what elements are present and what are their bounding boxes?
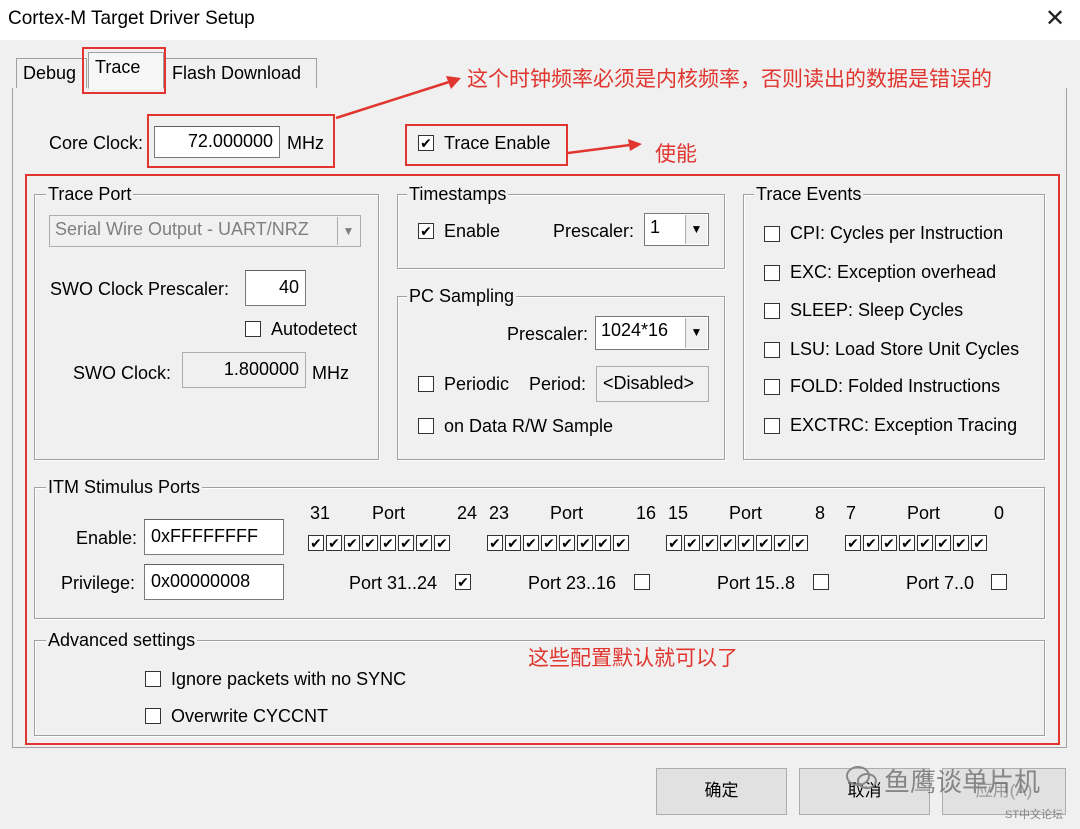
tab-trace-label: Trace [95, 57, 141, 77]
annotation-arrows [335, 76, 642, 155]
annotation-default-note: 这些配置默认就可以了 [528, 646, 738, 670]
wechat-icon [845, 764, 879, 792]
annotation-enable-note: 使能 [655, 142, 697, 166]
tab-trace[interactable]: Trace [88, 52, 164, 89]
watermark-brand: 鱼鹰谈单片机 [884, 768, 1041, 798]
watermark-sub: ST中文论坛 [1005, 809, 1064, 821]
annotation-clock-note: 这个时钟频率必须是内核频率，否则读出的数据是错误的 [467, 67, 992, 91]
